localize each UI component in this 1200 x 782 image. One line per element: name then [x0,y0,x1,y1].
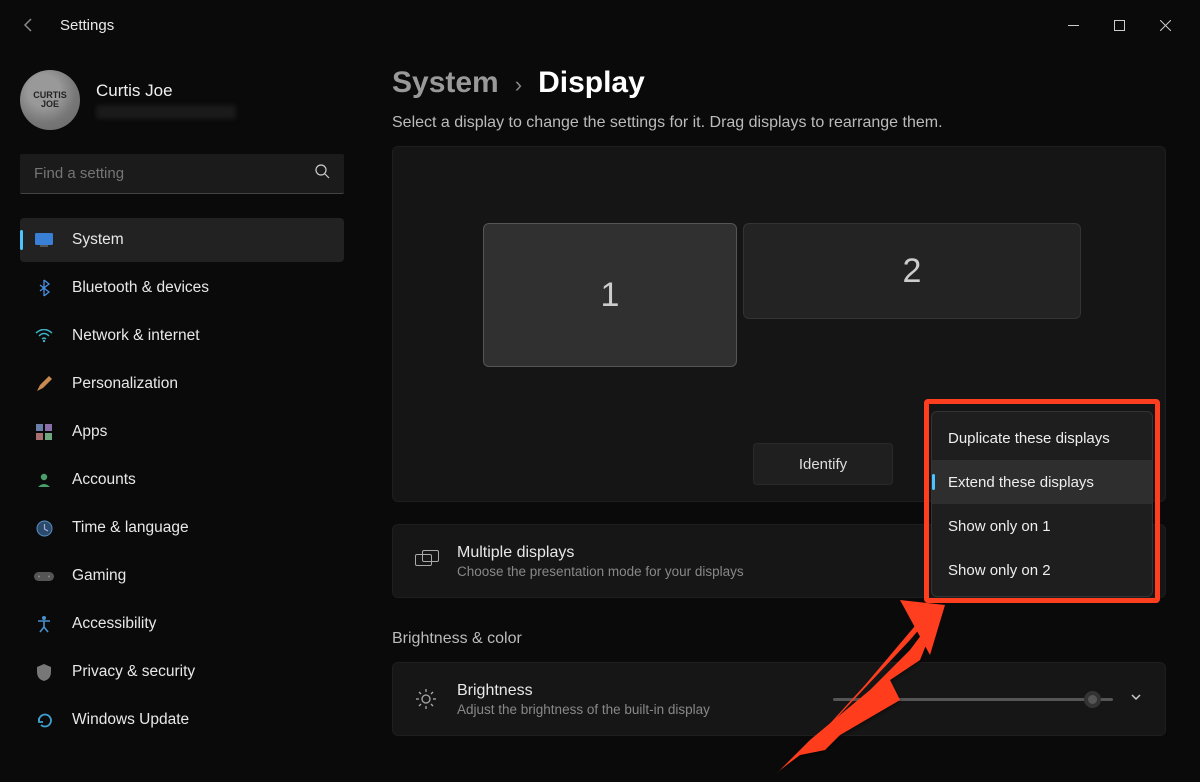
setting-title: Multiple displays [457,544,744,562]
sidebar-item-label: Personalization [72,375,178,393]
sidebar-item-label: Windows Update [72,711,189,729]
sidebar-item-label: Privacy & security [72,663,195,681]
user-name: Curtis Joe [96,81,236,101]
dropdown-item-extend[interactable]: Extend these displays [932,460,1152,504]
section-header-brightness: Brightness & color [392,630,1166,648]
main-content: System › Display Select a display to cha… [360,50,1200,782]
user-email-redacted [96,105,236,119]
sidebar-item-label: Apps [72,423,107,441]
sidebar-item-label: Bluetooth & devices [72,279,209,297]
sidebar-item-label: Accessibility [72,615,156,633]
brightness-slider[interactable] [833,698,1113,701]
sidebar-item-label: System [72,231,124,249]
multiple-displays-icon [415,550,437,572]
setting-title: Brightness [457,682,710,700]
wifi-icon [34,326,54,346]
close-button[interactable] [1142,9,1188,41]
person-icon [34,470,54,490]
shield-icon [34,662,54,682]
brightness-row: Brightness Adjust the brightness of the … [392,662,1166,736]
accessibility-icon [34,614,54,634]
sidebar-item-windows-update[interactable]: Windows Update [20,698,344,742]
sidebar: CURTISJOE Curtis Joe System Bluetooth & … [0,50,360,782]
search-box[interactable] [20,154,344,194]
sidebar-item-label: Gaming [72,567,126,585]
dropdown-item-show-only-2[interactable]: Show only on 2 [932,548,1152,592]
chevron-right-icon: › [515,72,522,98]
sidebar-item-network[interactable]: Network & internet [20,314,344,358]
slider-thumb[interactable] [1084,691,1101,708]
chevron-down-icon[interactable] [1129,690,1143,709]
brightness-icon [415,688,437,710]
maximize-button[interactable] [1096,9,1142,41]
display-2[interactable]: 2 [743,223,1081,319]
page-description: Select a display to change the settings … [392,114,1166,132]
apps-icon [34,422,54,442]
globe-clock-icon [34,518,54,538]
paintbrush-icon [34,374,54,394]
title-bar: Settings [0,0,1200,50]
user-profile[interactable]: CURTISJOE Curtis Joe [20,70,344,130]
sidebar-item-label: Accounts [72,471,136,489]
sidebar-item-privacy[interactable]: Privacy & security [20,650,344,694]
breadcrumb-parent[interactable]: System [392,66,499,100]
sidebar-item-label: Network & internet [72,327,200,345]
display-mode-dropdown: Duplicate these displays Extend these di… [931,411,1153,597]
identify-button[interactable]: Identify [753,443,893,485]
update-icon [34,710,54,730]
bluetooth-icon [34,278,54,298]
back-button[interactable] [12,8,46,42]
sidebar-item-time-language[interactable]: Time & language [20,506,344,550]
sidebar-item-accessibility[interactable]: Accessibility [20,602,344,646]
minimize-button[interactable] [1050,9,1096,41]
sidebar-item-personalization[interactable]: Personalization [20,362,344,406]
sidebar-item-accounts[interactable]: Accounts [20,458,344,502]
search-icon [315,164,330,184]
app-title: Settings [60,17,114,34]
search-input[interactable] [34,165,315,182]
avatar: CURTISJOE [20,70,80,130]
display-1[interactable]: 1 [483,223,737,367]
system-icon [34,230,54,250]
sidebar-item-gaming[interactable]: Gaming [20,554,344,598]
sidebar-item-apps[interactable]: Apps [20,410,344,454]
setting-description: Choose the presentation mode for your di… [457,564,744,579]
display-arrangement-panel: 1 2 Identify Duplicate these displays Ex… [392,146,1166,502]
page-title: Display [538,66,645,100]
dropdown-item-duplicate[interactable]: Duplicate these displays [932,416,1152,460]
gamepad-icon [34,566,54,586]
sidebar-item-system[interactable]: System [20,218,344,262]
sidebar-item-bluetooth[interactable]: Bluetooth & devices [20,266,344,310]
dropdown-item-show-only-1[interactable]: Show only on 1 [932,504,1152,548]
sidebar-item-label: Time & language [72,519,189,537]
setting-description: Adjust the brightness of the built-in di… [457,702,710,717]
breadcrumb: System › Display [392,66,1166,100]
nav: System Bluetooth & devices Network & int… [20,218,344,742]
window-controls [1050,9,1188,41]
